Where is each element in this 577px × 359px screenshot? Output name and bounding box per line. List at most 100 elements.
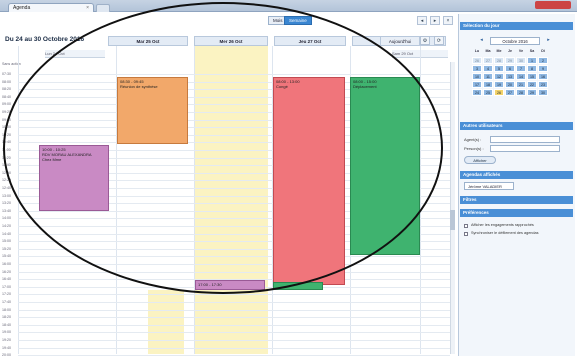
mini-cal-day[interactable]: 29 (505, 57, 515, 64)
event-appel-client[interactable]: 17:00 - 17:30 (195, 280, 265, 290)
window-controls[interactable] (535, 1, 571, 9)
other-users-header[interactable]: Autres utilisateurs (460, 122, 573, 130)
mini-cal-dow: Di (541, 49, 545, 53)
time-label: 08:40 (2, 94, 11, 99)
tab-agenda[interactable]: Agenda × (8, 3, 94, 12)
preferences-header[interactable]: Préférences (460, 209, 573, 217)
mini-cal-day[interactable]: 6 (505, 65, 515, 72)
mini-cal-day[interactable]: 20 (505, 81, 515, 88)
agenda-select[interactable]: Jérôme VALADIER (464, 182, 514, 190)
mini-cal-day[interactable]: 15 (527, 73, 537, 80)
event-rdv-morau[interactable]: 10:00 - 10:25 RDV MORAU ALEXANDRA Chez M… (39, 145, 109, 211)
event-title: Déplacement (353, 84, 377, 89)
next-month-icon[interactable]: ▸ (545, 37, 552, 44)
filters-header[interactable]: Filtres (460, 196, 573, 204)
event-conge-tail[interactable] (273, 282, 323, 290)
time-label: 11:40 (2, 163, 11, 168)
grid-divider (420, 46, 421, 354)
week-view-button[interactable]: Semaine (284, 16, 312, 25)
mini-cal-day[interactable]: 28 (516, 89, 526, 96)
mini-cal-day[interactable]: 19 (494, 81, 504, 88)
date-panel-header[interactable]: Sélection du jour (460, 22, 573, 30)
time-label: 16:00 (2, 262, 11, 266)
mini-cal-day[interactable]: 30 (538, 89, 548, 96)
mini-cal-day[interactable]: 1 (527, 57, 537, 64)
scrollbar-thumb[interactable] (450, 210, 455, 230)
today-button[interactable]: Aujourd'hui (380, 36, 420, 46)
time-label: 15:20 (2, 246, 11, 251)
grid-divider (194, 46, 195, 354)
time-label: 13:20 (2, 201, 11, 206)
column-header-tue[interactable]: Mar 25 Oct (108, 36, 188, 46)
mini-cal-day[interactable]: 22 (527, 81, 537, 88)
mini-cal-day[interactable]: 27 (483, 57, 493, 64)
refresh-icon[interactable]: ⟳ (434, 36, 444, 45)
mini-cal-day[interactable]: 30 (516, 57, 526, 64)
mini-cal-day[interactable]: 14 (516, 73, 526, 80)
new-tab-button[interactable] (96, 4, 110, 12)
close-icon[interactable]: × (86, 5, 89, 11)
nav-close-button[interactable]: × (443, 16, 453, 25)
month-select[interactable]: Octobre 2016 (490, 37, 540, 45)
time-label: 10:20 (2, 132, 11, 137)
mini-cal-day[interactable]: 26 (494, 89, 504, 96)
event-title: Congé (276, 84, 288, 89)
nav-prev-button[interactable]: ◂ (417, 16, 427, 25)
mini-cal-day[interactable]: 17 (472, 81, 482, 88)
hour-gridline (18, 347, 450, 349)
event-reunion-synthese[interactable]: 08:30 - 09:45 Réunion de synthèse (117, 77, 188, 144)
hour-gridline (18, 271, 450, 273)
time-label: 19:00 (2, 330, 11, 335)
column-subheader-mon: Lun 24 Oct (45, 50, 105, 58)
nav-next-button[interactable]: ▸ (430, 16, 440, 25)
mini-cal-dow: Ma (485, 49, 491, 53)
mini-cal-day[interactable]: 8 (527, 65, 537, 72)
hour-gridline (18, 256, 450, 258)
time-label: 12:40 (2, 186, 11, 190)
mini-cal-day[interactable]: 2 (538, 57, 548, 64)
time-label: 16:40 (2, 277, 11, 282)
event-deplacement[interactable]: 08:00 - 15:00 Déplacement (350, 77, 420, 255)
mini-cal-day[interactable]: 23 (538, 81, 548, 88)
mini-cal-dow: Lu (474, 49, 480, 53)
mini-cal-day[interactable]: 12 (494, 73, 504, 80)
calendar-scrollbar[interactable] (450, 62, 455, 354)
mini-cal-day[interactable]: 5 (494, 65, 504, 72)
hour-gridline (18, 332, 450, 334)
time-label: 09:40 (2, 117, 11, 122)
time-label: 13:40 (2, 208, 11, 213)
mini-cal-day[interactable]: 24 (472, 89, 482, 96)
time-label: 17:00 (2, 284, 11, 289)
mini-cal-day[interactable]: 27 (505, 89, 515, 96)
time-label: 08:00 (2, 79, 11, 84)
mini-cal-day[interactable]: 21 (516, 81, 526, 88)
hour-gridline (18, 302, 450, 303)
mini-cal-day[interactable]: 10 (472, 73, 482, 80)
mini-cal-day[interactable]: 4 (483, 65, 493, 72)
mini-cal-day[interactable]: 16 (538, 73, 548, 80)
mini-cal-day[interactable]: 13 (505, 73, 515, 80)
time-label: 14:40 (2, 231, 11, 236)
person-field[interactable] (490, 145, 560, 152)
event-subtitle: Chez Mme (42, 157, 62, 162)
pref-checkbox-1[interactable] (464, 224, 468, 228)
mini-cal-day[interactable]: 3 (472, 65, 482, 72)
mini-cal-day[interactable]: 29 (527, 89, 537, 96)
mini-cal-day[interactable]: 18 (483, 81, 493, 88)
mini-cal-day[interactable]: 9 (538, 65, 548, 72)
mini-cal-day[interactable]: 25 (483, 89, 493, 96)
mini-cal-day[interactable]: 7 (516, 65, 526, 72)
mini-cal-day[interactable]: 28 (494, 57, 504, 64)
settings-icon[interactable]: ⚙ (420, 36, 430, 45)
column-header-wed[interactable]: Mer 26 Oct (194, 36, 268, 46)
mini-cal-day[interactable]: 26 (472, 57, 482, 64)
event-conge[interactable]: 08:00 - 13:00 Congé (273, 77, 345, 285)
grid-divider (18, 46, 19, 354)
column-header-thu[interactable]: Jeu 27 Oct (274, 36, 346, 46)
mini-cal-day[interactable]: 11 (483, 73, 493, 80)
pref-checkbox-2[interactable] (464, 232, 468, 236)
prev-month-icon[interactable]: ◂ (478, 37, 485, 44)
agent-field[interactable] (490, 136, 560, 143)
agendas-header[interactable]: Agendas affichés (460, 171, 573, 179)
show-button[interactable]: Afficher (464, 156, 496, 164)
